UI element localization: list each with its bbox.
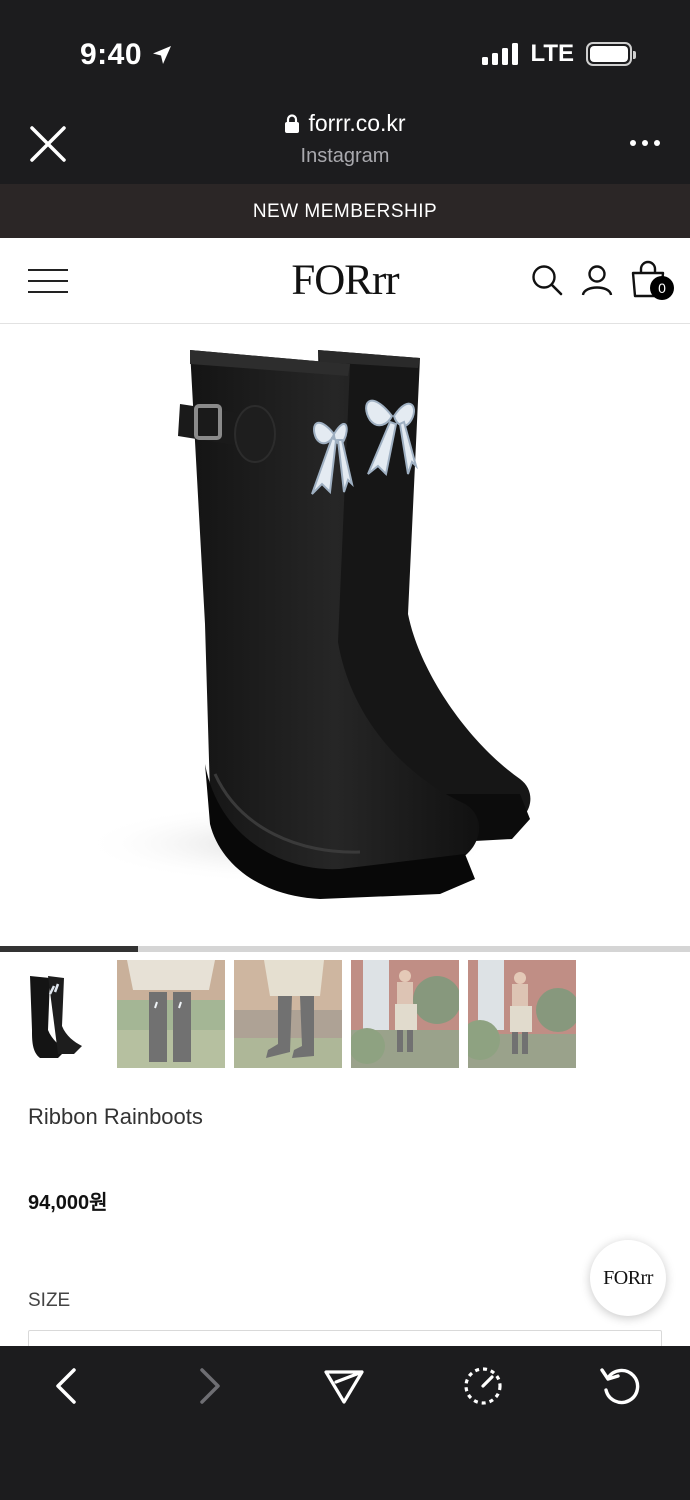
membership-banner[interactable]: NEW MEMBERSHIP xyxy=(0,184,690,238)
chat-floating-button[interactable]: FORrr xyxy=(590,1240,666,1316)
thumbnail-4[interactable] xyxy=(351,960,459,1068)
more-icon[interactable] xyxy=(630,140,660,146)
site-header: FORrr 0 xyxy=(0,238,690,324)
size-label: SIZE xyxy=(28,1290,71,1311)
source-app: Instagram xyxy=(300,144,390,167)
url-display[interactable]: forrr.co.kr Instagram xyxy=(0,110,690,168)
reload-icon[interactable] xyxy=(598,1364,642,1408)
rain-boots-illustration xyxy=(80,350,531,899)
send-icon[interactable] xyxy=(322,1364,366,1408)
cell-signal-icon xyxy=(482,43,519,65)
location-arrow-icon xyxy=(153,46,172,64)
network-type: LTE xyxy=(530,40,574,67)
back-icon[interactable] xyxy=(46,1364,90,1408)
lock-icon xyxy=(285,113,300,133)
page-domain: forrr.co.kr xyxy=(308,110,406,136)
user-icon[interactable] xyxy=(580,263,614,297)
cart-count-badge: 0 xyxy=(650,276,674,300)
gauge-icon[interactable] xyxy=(461,1364,505,1408)
web-page: NEW MEMBERSHIP FORrr 0 Ribbon Rainboots … xyxy=(0,184,690,1346)
product-price: 94,000원 xyxy=(28,1192,108,1214)
browser-toolbar xyxy=(0,1346,690,1500)
status-time: 9:40 xyxy=(80,38,174,72)
in-app-browser-header: forrr.co.kr Instagram xyxy=(0,100,690,184)
status-bar: 9:40 LTE xyxy=(0,0,690,100)
thumbnail-5[interactable] xyxy=(468,960,576,1068)
product-name: Ribbon Rainboots xyxy=(28,1104,203,1129)
product-main-image[interactable] xyxy=(0,324,690,946)
status-indicators: LTE xyxy=(482,40,636,68)
thumbnail-1[interactable] xyxy=(0,960,108,1068)
battery-icon xyxy=(586,42,636,66)
thumbnail-3[interactable] xyxy=(234,960,342,1068)
forward-icon[interactable] xyxy=(186,1364,230,1408)
thumbnail-2[interactable] xyxy=(117,960,225,1068)
size-select[interactable] xyxy=(28,1330,662,1346)
cart-button[interactable]: 0 xyxy=(630,260,674,300)
thumbnail-strip xyxy=(0,952,690,1074)
search-icon[interactable] xyxy=(530,263,564,297)
clock: 9:40 xyxy=(80,38,143,71)
